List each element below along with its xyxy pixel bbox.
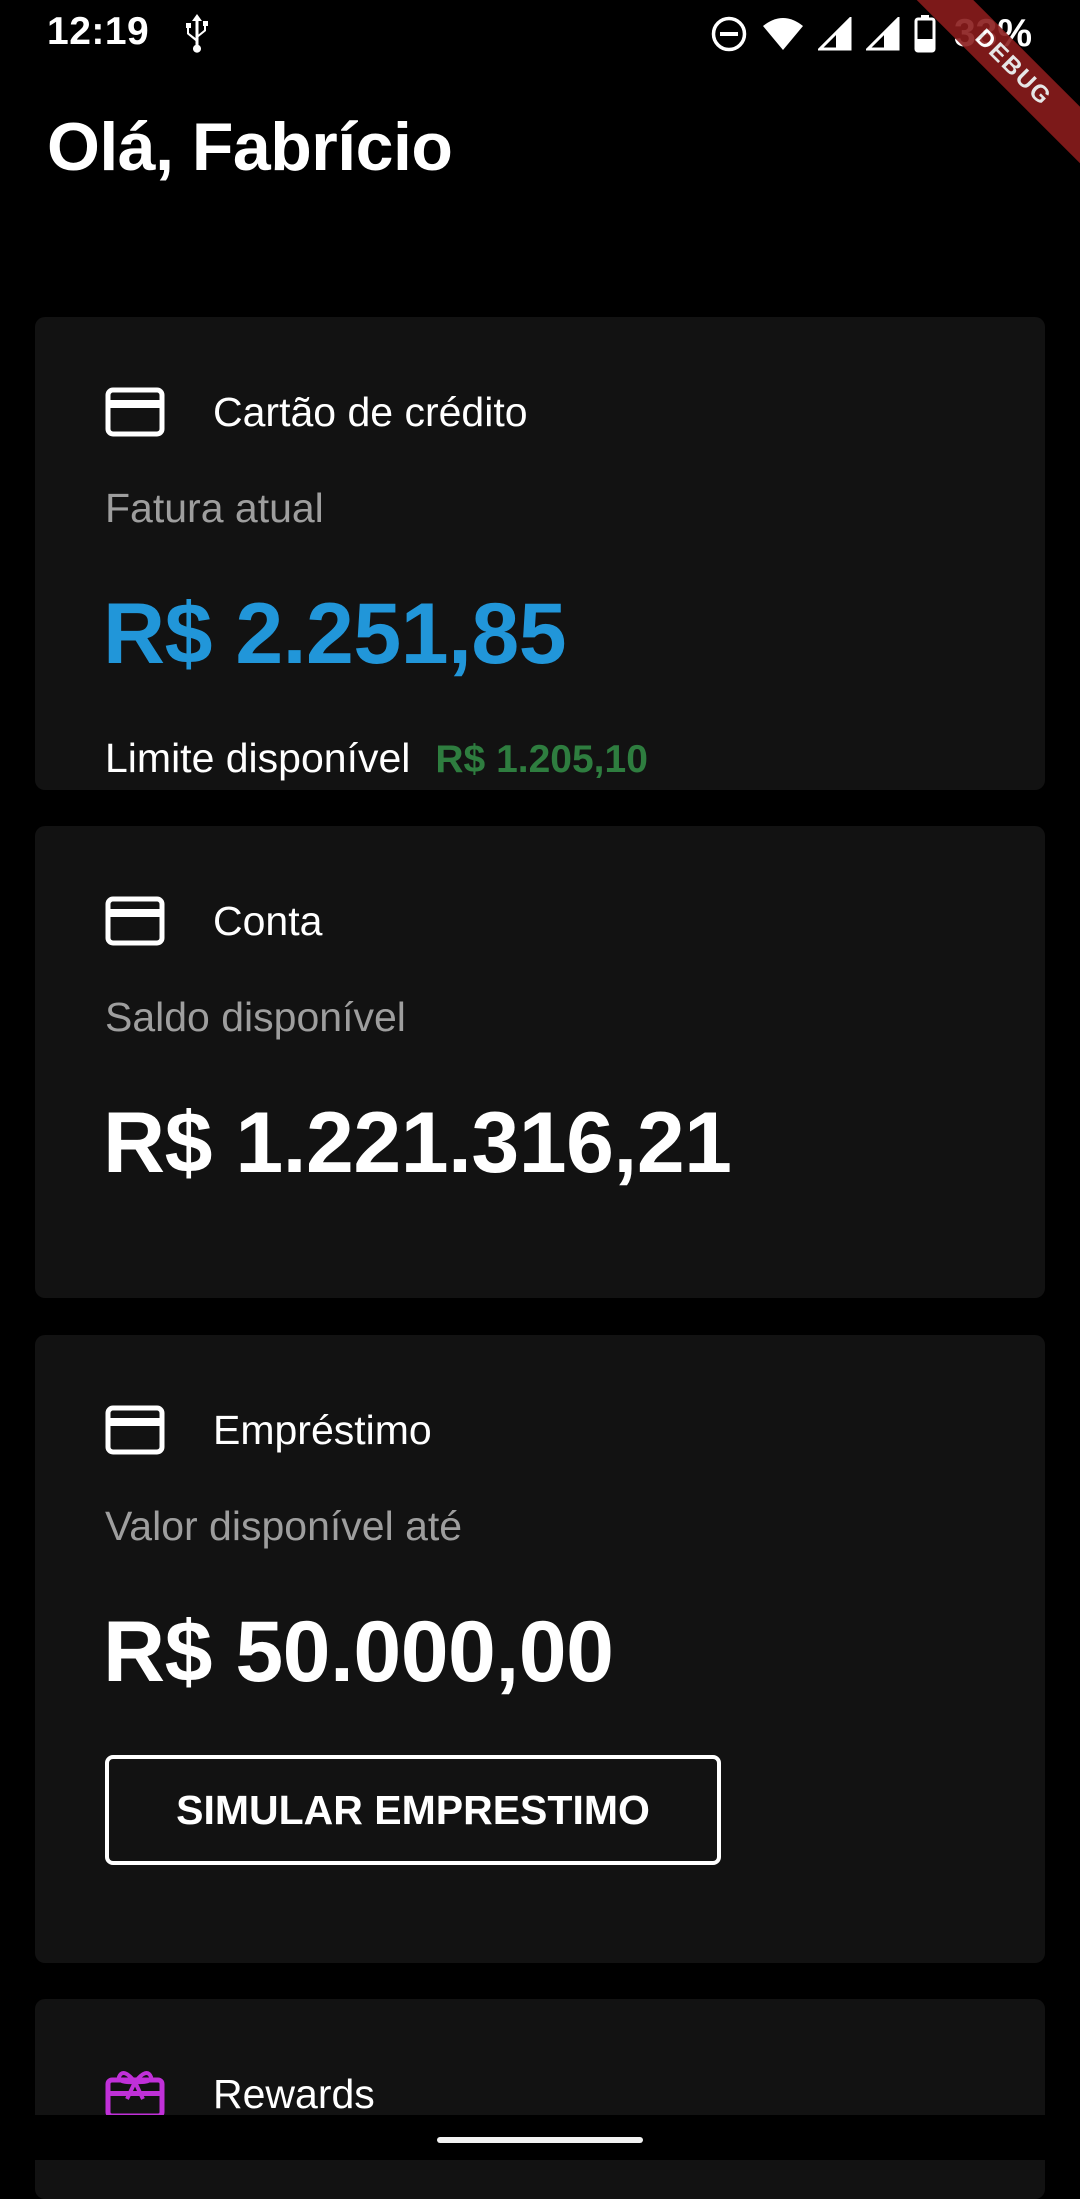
card-header: Empréstimo [105, 1405, 432, 1455]
loan-amount: R$ 50.000,00 [103, 1604, 614, 1700]
signal-icon [817, 17, 852, 51]
credit-card-summary[interactable]: Cartão de crédito Fatura atual R$ 2.251,… [35, 317, 1045, 790]
available-limit-row: Limite disponível R$ 1.205,10 [105, 735, 648, 782]
do-not-disturb-icon [711, 16, 747, 52]
card-subtitle: Valor disponível até [105, 1503, 463, 1549]
loan-summary[interactable]: Empréstimo Valor disponível até R$ 50.00… [35, 1335, 1045, 1963]
card-subtitle: Saldo disponível [105, 994, 406, 1040]
card-title: Empréstimo [213, 1406, 432, 1453]
card-title: Rewards [213, 2070, 375, 2117]
invoice-amount: R$ 2.251,85 [103, 586, 567, 682]
card-subtitle: Fatura atual [105, 485, 324, 531]
battery-icon [914, 15, 936, 53]
credit-card-icon [105, 387, 165, 437]
available-limit-label: Limite disponível [105, 735, 411, 781]
credit-card-icon [105, 1405, 165, 1455]
signal-icon [865, 17, 900, 51]
simulate-loan-button[interactable]: SIMULAR EMPRESTIMO [105, 1755, 721, 1865]
status-time: 12:19 [47, 10, 150, 53]
wifi-icon [762, 18, 803, 50]
balance-amount: R$ 1.221.316,21 [103, 1095, 732, 1191]
credit-card-icon [105, 896, 165, 946]
usb-icon [186, 14, 208, 53]
card-title: Cartão de crédito [213, 388, 528, 435]
available-limit-value: R$ 1.205,10 [435, 738, 648, 781]
card-header: Conta [105, 896, 322, 946]
card-title: Conta [213, 897, 323, 944]
status-bar: 12:19 33% [0, 0, 1080, 70]
card-header: Rewards [105, 2069, 375, 2119]
account-summary[interactable]: Conta Saldo disponível R$ 1.221.316,21 [35, 826, 1045, 1298]
card-header: Cartão de crédito [105, 387, 528, 437]
home-gesture-bar[interactable] [437, 2137, 643, 2143]
navigation-bar [0, 2115, 1080, 2160]
gift-card-icon [105, 2071, 165, 2119]
greeting-title: Olá, Fabrício [47, 109, 453, 185]
rewards-summary[interactable]: Rewards [35, 1999, 1045, 2199]
